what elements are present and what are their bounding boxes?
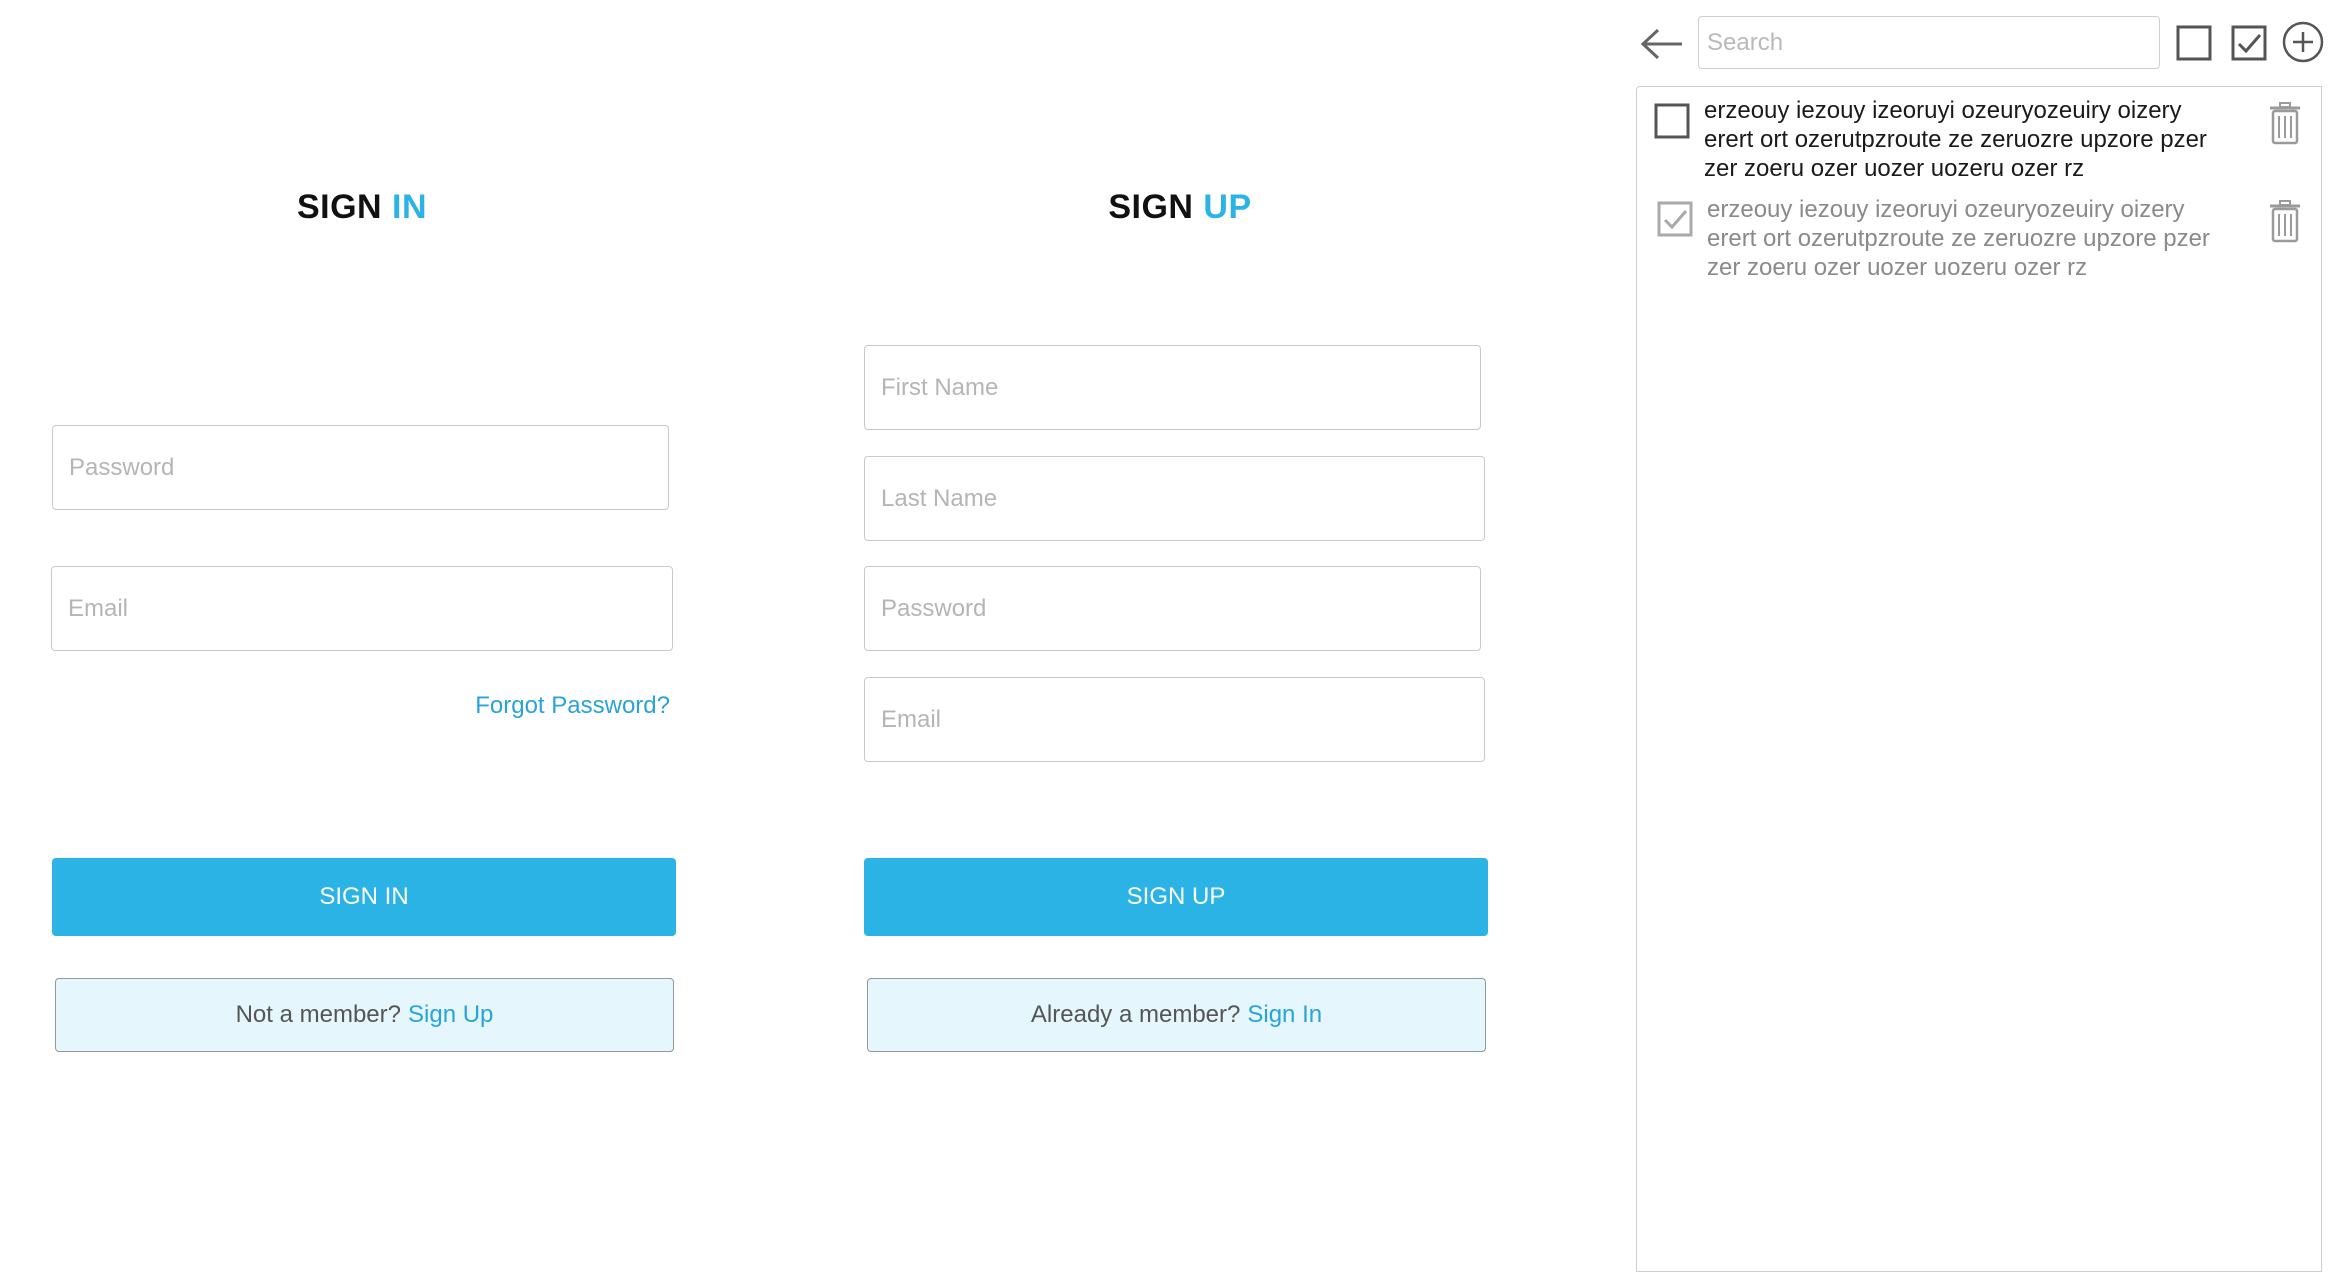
- todo-item-line: erert ort ozerutpzroute ze zeruozre upzo…: [1704, 126, 2207, 153]
- signup-title-part2: UP: [1203, 188, 1252, 226]
- plus-circle-icon[interactable]: [2281, 20, 2325, 64]
- todo-item-text[interactable]: erzeouy iezouy izeoruyi ozeuryozeuiry oi…: [1707, 195, 2247, 285]
- checked-checkbox-icon[interactable]: [2230, 24, 2268, 62]
- back-arrow-icon[interactable]: [1638, 22, 1686, 66]
- forgot-password-link[interactable]: Forgot Password?: [450, 692, 670, 726]
- signup-email-input[interactable]: [864, 677, 1485, 762]
- search-input[interactable]: [1698, 16, 2160, 69]
- trash-icon[interactable]: [2265, 100, 2305, 146]
- signup-password-input[interactable]: [864, 566, 1481, 651]
- todo-item-line: erzeouy iezouy izeoruyi ozeuryozeuiry oi…: [1707, 196, 2185, 223]
- todo-item-line: erzeouy iezouy izeoruyi ozeuryozeuiry oi…: [1704, 97, 2182, 124]
- signup-button[interactable]: SIGN UP: [864, 858, 1488, 936]
- signup-title: SIGN UP: [870, 188, 1490, 238]
- signin-title-part1: SIGN: [296, 188, 383, 226]
- first-name-input[interactable]: [864, 345, 1481, 430]
- signin-password-input[interactable]: [52, 425, 669, 510]
- todo-item-text[interactable]: erzeouy iezouy izeoruyi ozeuryozeuiry oi…: [1704, 96, 2244, 186]
- signup-switch-prompt: Not a member?: [235, 1001, 401, 1028]
- signup-title-part1: SIGN: [1108, 188, 1194, 226]
- signup-switch-box[interactable]: Not a member? Sign Up: [55, 978, 674, 1052]
- todo-item-checkbox[interactable]: [1656, 200, 1694, 238]
- signup-link[interactable]: Sign Up: [408, 1001, 493, 1029]
- signin-title: SIGN IN: [52, 188, 672, 238]
- todo-item-line: erert ort ozerutpzroute ze zeruozre upzo…: [1707, 225, 2210, 252]
- signin-switch-prompt: Already a member?: [1030, 1001, 1241, 1028]
- todo-item-line: zer zoeru ozer uozer uozeru ozer rz: [1707, 254, 2088, 281]
- todo-item-checkbox[interactable]: [1653, 102, 1691, 140]
- last-name-input[interactable]: [864, 456, 1485, 541]
- signin-email-input[interactable]: [51, 566, 673, 651]
- signin-switch-box[interactable]: Already a member? Sign In: [867, 978, 1486, 1052]
- trash-icon[interactable]: [2265, 198, 2305, 244]
- todo-item-line: zer zoeru ozer uozer uozeru ozer rz: [1704, 155, 2085, 182]
- signin-title-part2: IN: [392, 188, 428, 226]
- empty-checkbox-icon[interactable]: [2175, 24, 2213, 62]
- signin-link[interactable]: Sign In: [1247, 1001, 1322, 1029]
- signin-button[interactable]: SIGN IN: [52, 858, 676, 936]
